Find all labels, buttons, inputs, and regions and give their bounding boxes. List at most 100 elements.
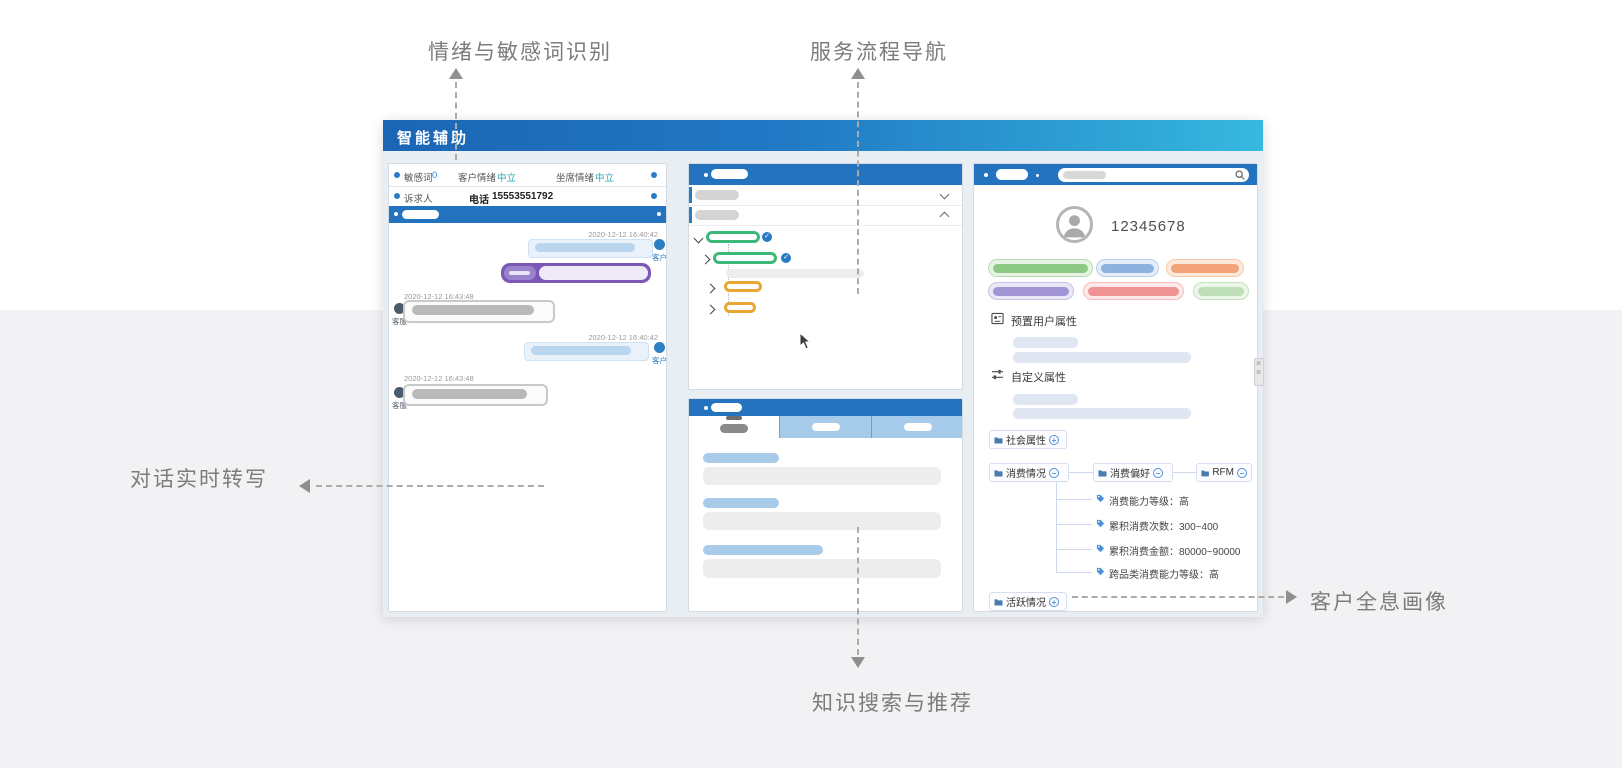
message-text-skeleton: [412, 389, 527, 399]
flow-highlight-skeleton: [726, 269, 864, 278]
collapse-minus-icon[interactable]: −: [1153, 468, 1163, 478]
knowledge-panel: [688, 398, 963, 612]
expand-plus-icon[interactable]: +: [1049, 597, 1059, 607]
search-input[interactable]: [1058, 168, 1249, 182]
timeline-dot-icon: [657, 212, 661, 216]
result-body-skeleton: [703, 559, 941, 578]
knowledge-tab-active[interactable]: [689, 416, 779, 438]
grip-icon: [1256, 370, 1262, 377]
agent-message-bubble[interactable]: [403, 384, 548, 406]
message-text-skeleton: [412, 305, 534, 315]
requester-label: 诉求人: [404, 191, 433, 205]
tree-connector: [1056, 524, 1092, 525]
knowledge-panel-header: [689, 399, 962, 416]
highlight-text-skeleton: [539, 266, 648, 280]
search-icon[interactable]: [1235, 170, 1245, 180]
leaf-consume-amount: 累积消费金额：80000~90000: [1109, 543, 1240, 558]
tab-label-skeleton: [720, 424, 748, 433]
knowledge-tab[interactable]: [871, 416, 962, 438]
flow-panel-header: [689, 164, 962, 185]
knowledge-tab[interactable]: [779, 416, 871, 438]
agent-emotion-label: 坐席情绪: [556, 170, 594, 184]
user-tag[interactable]: [1166, 259, 1244, 277]
result-body-skeleton: [703, 512, 941, 530]
flow-group-row[interactable]: [689, 205, 962, 226]
callout-flow-label: 服务流程导航: [810, 36, 948, 66]
section-title-skeleton: [402, 210, 439, 219]
preference-node[interactable]: 消费偏好 −: [1093, 463, 1173, 482]
chevron-up-icon[interactable]: [940, 212, 950, 222]
bullet-dot-icon: [704, 406, 708, 410]
service-flow-panel: ✓ ✓: [688, 163, 963, 390]
row-accent-bar: [689, 187, 692, 203]
arrow-down-icon: [851, 657, 865, 668]
folder-icon: [994, 598, 1003, 606]
timeline-dot-icon: [394, 193, 400, 199]
assistant-window: 智能辅助 敏感词 0 客户情绪 中立 坐席情绪 中立 诉求人 电话 155535…: [383, 120, 1263, 617]
preference-label: 消费偏好: [1110, 465, 1150, 480]
flow-node-pending[interactable]: [724, 302, 756, 313]
user-tag[interactable]: [988, 259, 1093, 277]
leaf-consume-count: 累积消费次数：300~400: [1109, 518, 1218, 533]
row-accent-bar: [689, 207, 692, 223]
result-title-skeleton[interactable]: [703, 498, 779, 508]
user-tag[interactable]: [988, 282, 1074, 300]
folder-icon: [994, 436, 1003, 444]
user-tag[interactable]: [1193, 282, 1249, 300]
user-tag[interactable]: [1083, 282, 1184, 300]
arrow-up-icon: [449, 68, 463, 79]
tag-label-icon: [1096, 494, 1105, 503]
activity-node[interactable]: 活跃情况 +: [989, 592, 1067, 611]
result-title-skeleton[interactable]: [703, 545, 823, 555]
user-tag[interactable]: [1096, 259, 1159, 277]
bullet-dot-icon: [704, 173, 708, 177]
social-attr-node[interactable]: 社会属性 +: [989, 430, 1067, 449]
tag-skeleton: [1198, 287, 1244, 296]
folder-icon: [994, 469, 1003, 477]
agent-message-bubble[interactable]: [403, 300, 555, 323]
tag-skeleton: [1171, 264, 1239, 273]
phone-label: 电话: [469, 191, 489, 206]
leaf-consume-level: 消费能力等级：高: [1109, 493, 1189, 508]
rfm-node[interactable]: RFM −: [1196, 463, 1252, 482]
flow-node-done[interactable]: [713, 252, 777, 264]
consumption-node[interactable]: 消费情况 −: [989, 463, 1069, 482]
customer-message-bubble[interactable]: [524, 342, 649, 361]
sensitive-words-label: 敏感词: [404, 170, 433, 184]
user-id: 12345678: [1111, 218, 1186, 235]
timeline-dot-icon: [394, 172, 400, 178]
collapse-minus-icon[interactable]: −: [1049, 468, 1059, 478]
customer-avatar-label: 客户: [652, 355, 667, 366]
phone-number: 15553551792: [492, 191, 553, 202]
arrow-up-icon: [851, 68, 865, 79]
contact-card-icon: [991, 312, 1004, 325]
chevron-right-icon[interactable]: [706, 284, 716, 294]
callout-knowledge-line: [857, 527, 859, 655]
leaf-cross-category: 跨品类消费能力等级：高: [1109, 566, 1219, 581]
chevron-right-icon[interactable]: [706, 305, 716, 315]
user-avatar: [1056, 206, 1093, 243]
flow-group-row[interactable]: [689, 185, 962, 206]
flow-node-done[interactable]: [706, 231, 760, 243]
rfm-label: RFM: [1212, 467, 1234, 478]
attr-skeleton: [1013, 408, 1191, 419]
panel-collapse-handle[interactable]: [1254, 358, 1264, 386]
result-title-skeleton[interactable]: [703, 453, 779, 463]
social-attr-label: 社会属性: [1006, 432, 1046, 447]
tag-label-icon: [1096, 519, 1105, 528]
message-time: 2020-12-12 16:43:48: [404, 374, 474, 383]
chevron-down-icon[interactable]: [694, 234, 704, 244]
preset-attrs-label: 预置用户属性: [1011, 313, 1077, 329]
page: 情绪与敏感词识别 服务流程导航 对话实时转写 知识搜索与推荐 客户全息画像 智能…: [0, 0, 1622, 768]
expand-plus-icon[interactable]: +: [1049, 435, 1059, 445]
callout-transcript-label: 对话实时转写: [130, 463, 268, 493]
highlighted-message[interactable]: [501, 263, 651, 283]
collapse-minus-icon[interactable]: −: [1237, 468, 1247, 478]
chevron-down-icon[interactable]: [940, 190, 950, 200]
customer-message-bubble[interactable]: [528, 239, 653, 258]
flow-node-pending[interactable]: [724, 281, 762, 292]
callout-portrait-line: [1072, 596, 1284, 598]
chevron-right-icon[interactable]: [701, 255, 711, 265]
folder-icon: [1098, 469, 1107, 477]
customer-emotion-value: 中立: [497, 170, 516, 184]
